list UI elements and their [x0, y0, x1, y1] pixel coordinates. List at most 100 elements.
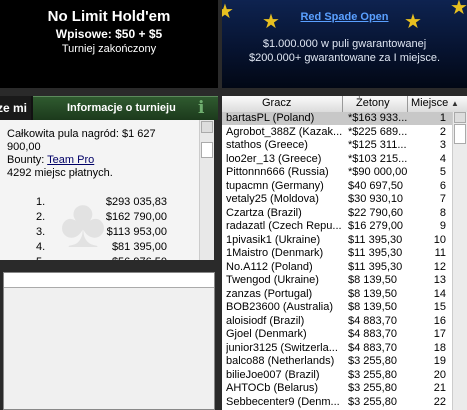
header-place[interactable]: Miejsce	[411, 97, 448, 109]
banner-first-place: $200.000+ gwarantowane za I miejsce.	[248, 52, 441, 64]
scroll-thumb[interactable]	[454, 124, 466, 144]
table-row[interactable]: Gjoel (Denmark) $4 883,70 17	[222, 328, 452, 341]
sort-arrow-icon: ▲	[451, 99, 459, 108]
table-row[interactable]: junior3125 (Switzerla... $4 883,70 18	[222, 342, 452, 355]
header-player[interactable]: Gracz	[262, 97, 291, 109]
player-name: bartasPL (Poland)	[226, 112, 315, 124]
header-chips[interactable]: Żetony	[356, 97, 390, 109]
table-row[interactable]: tupacmn (Germany) $40 697,50 6	[222, 180, 452, 193]
player-name: Agrobot_388Z (Kazak...	[226, 125, 343, 138]
player-name: radazatl (Czech Repu...	[226, 220, 342, 232]
player-chips: $4 883,70	[348, 314, 397, 327]
player-name: tupacmn (Germany)	[226, 179, 324, 192]
column-divider[interactable]	[407, 96, 408, 112]
player-chips: $11 395,30	[348, 233, 403, 246]
table-row[interactable]: stathos (Greece) *$125 311... 3	[222, 139, 452, 152]
player-rank: 10	[433, 233, 446, 246]
players-scrollbar[interactable]	[452, 112, 467, 410]
paid-places: 4292 miejsc płatnych.	[7, 167, 113, 179]
payout-amount: $81 395,00	[111, 241, 167, 253]
bounty-link[interactable]: Team Pro	[47, 154, 94, 166]
payout-place: 1.	[36, 196, 46, 208]
player-chips: $3 255,80	[348, 382, 397, 394]
chat-box[interactable]	[3, 272, 215, 410]
table-row[interactable]: loo2er_13 (Greece) *$103 215... 4	[222, 153, 452, 166]
promo-banner[interactable]: ★ ★ ★ ★ Red Spade Open $1.000.000 w puli…	[222, 0, 467, 88]
player-rank: 8	[439, 206, 446, 219]
player-chips: $4 883,70	[348, 341, 397, 354]
player-chips: $11 395,30	[348, 247, 403, 259]
table-row[interactable]: balco88 (Netherlands) $3 255,80 19	[222, 355, 452, 368]
column-divider[interactable]	[342, 96, 343, 112]
payout-place: 5.	[36, 256, 45, 260]
table-row[interactable]: bartasPL (Poland) *$163 933... 1	[222, 112, 452, 125]
payout-row: 1. $293 035,83	[0, 196, 195, 209]
player-chips: *$125 311...	[348, 139, 407, 151]
table-row[interactable]: No.A112 (Poland) $11 395,30 12	[222, 261, 452, 274]
table-row[interactable]: 1Maistro (Denmark) $11 395,30 11	[222, 247, 452, 260]
prize-scrollbar[interactable]	[199, 120, 214, 260]
payout-amount: $162 790,00	[105, 211, 167, 223]
player-chips: $8 139,50	[348, 274, 397, 286]
payout-place: 4.	[36, 241, 46, 253]
table-row[interactable]: BOB23600 (Australia) $8 139,50 15	[222, 301, 452, 314]
player-rank: 9	[439, 220, 446, 232]
tournament-fee: Wpisowe: $50 + $5	[55, 27, 163, 41]
banner-guarantee: $1.000.000 w puli gwarantowanej	[262, 38, 427, 50]
table-row[interactable]: Pittonnn666 (Russia) *$90 000,00 5	[222, 166, 452, 179]
table-row[interactable]: Czartza (Brazil) $22 790,60 8	[222, 207, 452, 220]
player-rank: 20	[433, 368, 446, 381]
table-row[interactable]: vetaly25 (Moldova) $30 930,10 7	[222, 193, 452, 206]
player-rank: 2	[439, 125, 446, 138]
player-chips: $22 790,60	[348, 206, 404, 219]
player-rank: 15	[433, 301, 446, 313]
player-name: junior3125 (Switzerla...	[226, 341, 338, 354]
player-chips: $3 255,80	[348, 355, 397, 367]
player-chips: $3 255,80	[348, 395, 397, 408]
table-row[interactable]: Agrobot_388Z (Kazak... *$225 689... 2	[222, 126, 452, 139]
player-chips: $8 139,50	[348, 301, 397, 313]
scroll-up-arrow-icon[interactable]	[454, 112, 466, 123]
table-row[interactable]: radazatl (Czech Repu... $16 279,00 9	[222, 220, 452, 233]
table-row[interactable]: Twengod (Ukraine) $8 139,50 13	[222, 274, 452, 287]
table-row[interactable]: zanzas (Portugal) $8 139,50 14	[222, 288, 452, 301]
player-name: Pittonnn666 (Russia)	[226, 166, 329, 178]
player-chips: $16 279,00	[348, 220, 404, 232]
table-row[interactable]: bilieJoe007 (Brazil) $3 255,80 20	[222, 369, 452, 382]
tournament-status: Turniej zakończony	[61, 43, 157, 55]
player-name: zanzas (Portugal)	[226, 287, 313, 300]
player-rank: 4	[439, 152, 446, 165]
tab-tournament-info[interactable]: Informacje o turnieju i	[33, 96, 218, 120]
scroll-thumb[interactable]	[201, 142, 213, 158]
player-rank: 11	[434, 247, 446, 259]
player-name: Sebbecenter9 (Denm...	[226, 395, 340, 408]
table-row[interactable]: Sebbecenter9 (Denm... $3 255,80 22	[222, 396, 452, 409]
bounty-label: Bounty:	[7, 154, 45, 166]
player-chips: $11 395,30	[348, 260, 403, 273]
player-rank: 16	[433, 314, 446, 327]
player-chips: *$163 933...	[348, 112, 408, 124]
banner-link[interactable]: Red Spade Open	[222, 11, 467, 23]
bounty-line: Bounty: Team Pro	[7, 154, 94, 166]
player-name: BOB23600 (Australia)	[226, 301, 333, 313]
table-row[interactable]: aloisiodf (Brazil) $4 883,70 16	[222, 315, 452, 328]
player-rank: 17	[433, 328, 446, 340]
tournament-info: No Limit Hold'em Wpisowe: $50 + $5 Turni…	[0, 0, 218, 88]
chat-frame	[0, 268, 218, 410]
tab-bar: ze mi Informacje o turnieju i	[0, 96, 218, 120]
chat-input[interactable]	[4, 273, 214, 288]
payout-place: 2.	[36, 211, 46, 223]
player-rank: 3	[439, 139, 446, 151]
payout-amount: $56 976,50	[112, 256, 167, 260]
scroll-up-arrow-icon[interactable]	[201, 121, 213, 133]
tab-tournament-info-label: Informacje o turnieju	[67, 102, 176, 114]
players-header: Gracz Żetony Miejsce ▲	[222, 96, 467, 113]
player-name: balco88 (Netherlands)	[226, 355, 335, 367]
tab-other[interactable]: ze mi	[0, 96, 31, 120]
player-chips: *$225 689...	[348, 125, 408, 138]
table-row[interactable]: 1pivasik1 (Ukraine) $11 395,30 10	[222, 234, 452, 247]
player-name: vetaly25 (Moldova)	[226, 193, 319, 205]
table-row[interactable]: AHTOCb (Belarus) $3 255,80 21	[222, 382, 452, 395]
payout-row: 4. $81 395,00	[0, 241, 195, 254]
prize-pool-line1: Całkowita pula nagród: $1 627	[7, 128, 156, 140]
